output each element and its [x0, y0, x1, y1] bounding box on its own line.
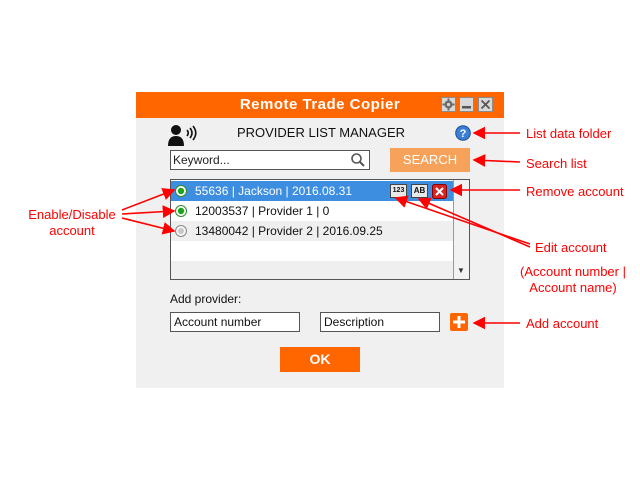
- provider-entry-text: 13480042 | Provider 2 | 2016.09.25: [195, 224, 383, 238]
- provider-entry-text: 12003537 | Provider 1 | 0: [195, 204, 330, 218]
- description-field: [320, 312, 440, 332]
- remove-account-icon[interactable]: [432, 184, 447, 199]
- annotation-search-list: Search list: [526, 156, 587, 171]
- search-input[interactable]: [173, 151, 343, 169]
- annotation-edit-account-detail-line1: (Account number |: [520, 264, 626, 279]
- empty-row: [171, 261, 453, 279]
- annotation-enable-disable-line1: Enable/Disable: [28, 207, 116, 222]
- ok-button[interactable]: OK: [280, 347, 360, 372]
- annotation-add-account: Add account: [526, 316, 599, 331]
- provider-person-icon: [167, 124, 201, 146]
- enable-toggle-on-icon[interactable]: [175, 205, 187, 217]
- gear-icon[interactable]: [441, 97, 456, 112]
- edit-account-number-button[interactable]: 123: [390, 184, 407, 198]
- annotation-enable-disable-line2: account: [49, 223, 95, 238]
- account-number-field: [170, 312, 300, 332]
- provider-entry-text: 55636 | Jackson | 2016.08.31: [195, 184, 353, 198]
- list-item[interactable]: 55636 | Jackson | 2016.08.31 123 AB: [171, 181, 453, 201]
- annotation-edit-account-detail: (Account number | Account name): [512, 264, 634, 296]
- annotation-edit-account: Edit account: [535, 240, 607, 255]
- search-button[interactable]: SEARCH: [390, 148, 470, 172]
- edit-account-name-button[interactable]: AB: [411, 184, 428, 198]
- page-title: PROVIDER LIST MANAGER: [236, 125, 406, 140]
- description-input[interactable]: [324, 314, 436, 330]
- annotation-list-data-folder: List data folder: [526, 126, 612, 141]
- enable-toggle-off-icon[interactable]: [175, 225, 187, 237]
- annotation-remove-account: Remove account: [526, 184, 624, 199]
- list-item[interactable]: 13480042 | Provider 2 | 2016.09.25: [171, 221, 453, 241]
- account-number-input[interactable]: [174, 314, 286, 330]
- minimize-icon[interactable]: [459, 97, 474, 112]
- annotation-enable-disable: Enable/Disable account: [22, 207, 122, 239]
- add-account-icon[interactable]: [450, 313, 468, 331]
- scrollbar[interactable]: [453, 180, 469, 279]
- close-icon[interactable]: [478, 97, 493, 112]
- empty-row: [171, 241, 453, 261]
- add-provider-label: Add provider:: [170, 292, 242, 306]
- window-title: Remote Trade Copier: [239, 96, 401, 113]
- enable-toggle-on-icon[interactable]: [175, 185, 187, 197]
- scroll-down-icon[interactable]: ▼: [455, 266, 467, 276]
- annotation-edit-account-detail-line2: Account name): [529, 280, 617, 295]
- help-icon[interactable]: ?: [455, 125, 471, 141]
- search-icon: [350, 152, 366, 168]
- list-item[interactable]: 12003537 | Provider 1 | 0: [171, 201, 453, 221]
- svg-text:?: ?: [460, 128, 467, 140]
